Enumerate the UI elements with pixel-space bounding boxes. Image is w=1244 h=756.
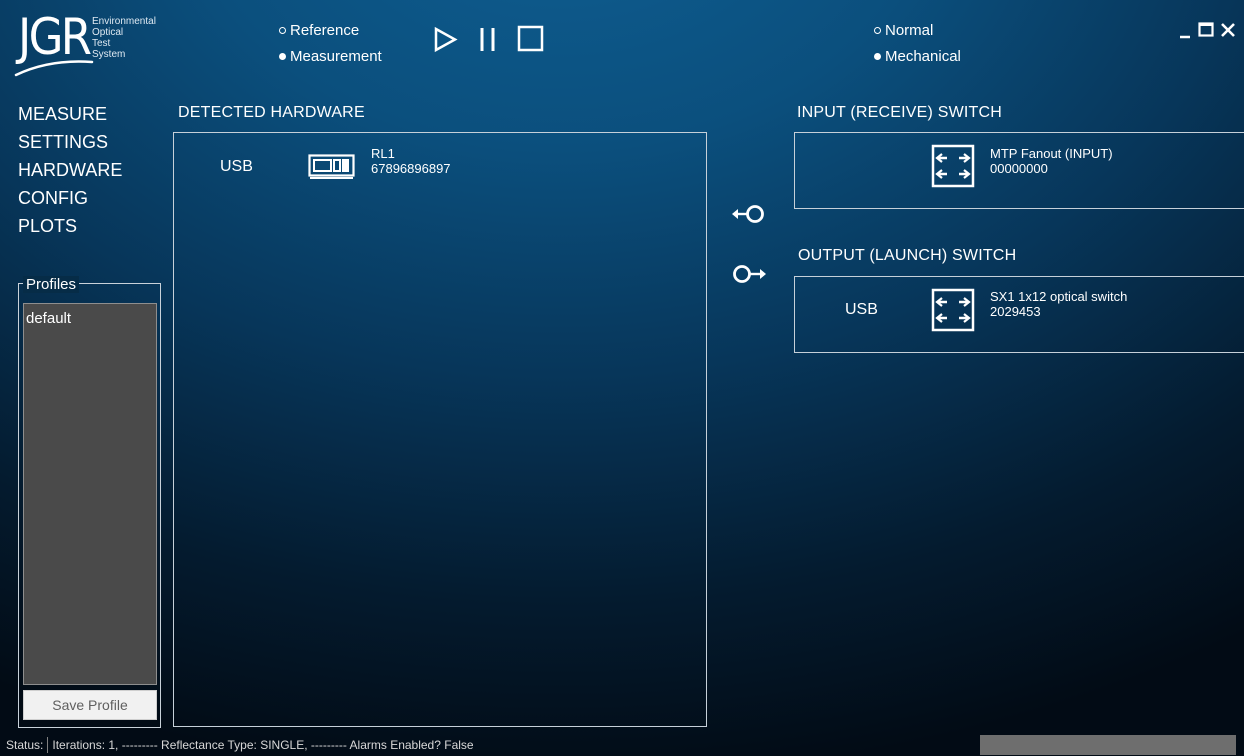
- radio-reference-label: Reference: [290, 22, 360, 39]
- switch-icon[interactable]: [931, 144, 975, 188]
- nav-item-settings[interactable]: SETTINGS: [18, 128, 122, 156]
- nav-item-measure[interactable]: MEASURE: [18, 100, 122, 128]
- logo-subtitle-line: Optical: [92, 27, 124, 38]
- input-switch-info[interactable]: MTP Fanout (INPUT) 00000000: [990, 146, 1113, 176]
- save-profile-button[interactable]: Save Profile: [23, 690, 157, 720]
- profile-item[interactable]: default: [24, 304, 156, 333]
- nav-item-config[interactable]: CONFIG: [18, 184, 122, 212]
- status-label: Status:: [6, 738, 44, 752]
- logo-subtitle-line: Environmental: [92, 16, 156, 27]
- minimize-icon[interactable]: [1178, 22, 1192, 40]
- logo-subtitle-line: Test: [92, 38, 111, 49]
- maximize-icon[interactable]: [1198, 21, 1215, 38]
- output-switch-title: OUTPUT (LAUNCH) SWITCH: [798, 247, 1017, 264]
- device-serial: 67896896897: [371, 161, 451, 176]
- device-interface: USB: [220, 158, 253, 175]
- radio-normal-label: Normal: [885, 22, 934, 39]
- nav-item-hardware[interactable]: HARDWARE: [18, 156, 122, 184]
- radio-normal[interactable]: Normal: [874, 22, 933, 39]
- output-switch-serial: 2029453: [990, 304, 1041, 319]
- main-nav: MEASURE SETTINGS HARDWARE CONFIG PLOTS: [18, 100, 122, 240]
- radio-measurement[interactable]: Measurement: [279, 48, 382, 65]
- play-icon[interactable]: [433, 26, 459, 53]
- device-name: RL1: [371, 146, 395, 161]
- radio-unselected-icon: [279, 27, 286, 34]
- input-switch-name: MTP Fanout (INPUT): [990, 146, 1113, 161]
- close-icon[interactable]: [1220, 22, 1236, 38]
- profiles-list[interactable]: default: [23, 303, 157, 685]
- radio-selected-icon: [874, 53, 881, 60]
- detected-hardware-panel: [173, 132, 707, 727]
- instrument-icon[interactable]: [308, 154, 356, 180]
- radio-measurement-label: Measurement: [290, 48, 382, 65]
- receive-arrow-icon[interactable]: [730, 203, 768, 225]
- radio-unselected-icon: [874, 27, 881, 34]
- radio-mechanical[interactable]: Mechanical: [874, 48, 961, 65]
- radio-reference[interactable]: Reference: [279, 22, 359, 39]
- device-info[interactable]: RL1 67896896897: [371, 146, 451, 176]
- status-divider: [47, 737, 49, 753]
- logo-subtitle-line: System: [92, 49, 126, 60]
- input-switch-serial: 00000000: [990, 161, 1048, 176]
- pause-icon[interactable]: [478, 26, 498, 53]
- logo-brand: JGR: [18, 8, 92, 66]
- detected-hardware-title: DETECTED HARDWARE: [178, 104, 365, 121]
- status-text: Iterations: 1, --------- Reflectance Typ…: [52, 738, 474, 752]
- progress-bar: [980, 735, 1236, 755]
- input-switch-title: INPUT (RECEIVE) SWITCH: [797, 104, 1003, 121]
- logo-swoosh-icon: [14, 60, 94, 77]
- output-switch-info[interactable]: SX1 1x12 optical switch 2029453: [990, 289, 1127, 319]
- radio-selected-icon: [279, 53, 286, 60]
- launch-arrow-icon[interactable]: [730, 263, 768, 285]
- profiles-legend: Profiles: [23, 276, 80, 293]
- logo-subtitle: Environmental Optical Test System: [92, 16, 156, 60]
- stop-icon[interactable]: [517, 25, 545, 53]
- output-switch-interface: USB: [845, 301, 878, 318]
- switch-icon[interactable]: [931, 288, 975, 332]
- radio-mechanical-label: Mechanical: [885, 48, 961, 65]
- output-switch-name: SX1 1x12 optical switch: [990, 289, 1128, 304]
- nav-item-plots[interactable]: PLOTS: [18, 212, 122, 240]
